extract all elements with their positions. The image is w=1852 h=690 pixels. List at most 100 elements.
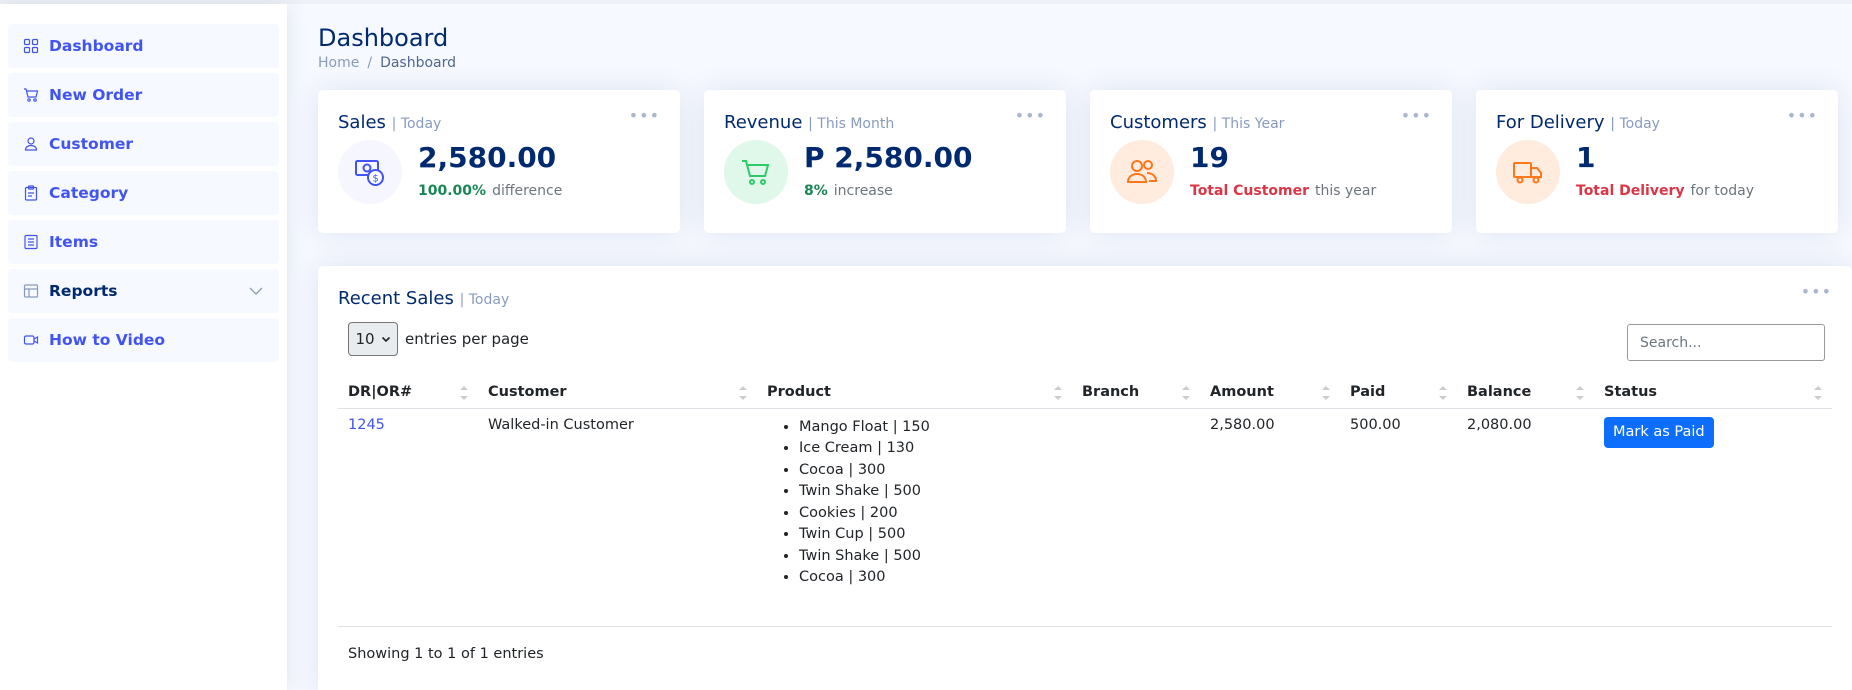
mark-as-paid-button[interactable]: Mark as Paid — [1604, 416, 1714, 448]
search-input[interactable] — [1627, 324, 1825, 361]
column-header-label: Amount — [1210, 383, 1274, 400]
card-title-text: Customers — [1110, 112, 1207, 133]
more-options-icon[interactable]: ••• — [1401, 106, 1432, 125]
card-title: Revenue | This Month — [724, 112, 894, 133]
revenue-value: P 2,580.00 — [804, 141, 973, 174]
cell-dr-or: 1245 — [338, 408, 478, 589]
recent-sales-card: Recent Sales | Today ••• 10 entries per … — [318, 266, 1852, 690]
revenue-card: Revenue | This Month ••• P 2,580.00 8% in… — [704, 90, 1066, 233]
more-options-icon[interactable]: ••• — [629, 106, 660, 125]
sidebar-item-label: Category — [49, 184, 129, 202]
clipboard-icon — [24, 185, 38, 201]
customers-value: 19 — [1190, 141, 1229, 174]
camera-video-icon — [23, 335, 39, 345]
more-options-icon[interactable]: ••• — [1787, 106, 1818, 125]
layout-icon — [23, 284, 39, 298]
revenue-metric: 8% increase — [804, 183, 893, 199]
sales-value: 2,580.00 — [418, 141, 557, 174]
sidebar: Dashboard New Order Customer Category It… — [0, 4, 287, 690]
sales-percent: 100.00% — [418, 183, 487, 199]
breadcrumb-home-link[interactable]: Home — [318, 55, 359, 71]
sidebar-item-label: New Order — [49, 86, 143, 104]
list-icon — [24, 234, 38, 250]
column-header-label: Customer — [488, 383, 567, 400]
product-list-item: Cocoa | 300 — [799, 567, 1062, 589]
sidebar-item-items[interactable]: Items — [8, 220, 279, 264]
sort-icon — [1322, 386, 1330, 400]
sidebar-item-customer[interactable]: Customer — [8, 122, 279, 166]
more-options-icon[interactable]: ••• — [1015, 106, 1046, 125]
table-divider — [338, 626, 1832, 627]
column-header-label: Paid — [1350, 383, 1386, 400]
delivery-metric: Total Delivery for today — [1576, 183, 1754, 199]
cart-icon — [742, 160, 770, 185]
delivery-highlight: Total Delivery — [1576, 183, 1685, 199]
cart-icon-wrapper — [724, 140, 788, 204]
cash-coin-icon: $ — [355, 160, 384, 186]
column-header-label: Status — [1604, 383, 1658, 400]
product-list-item: Cocoa | 300 — [799, 460, 1062, 482]
cell-status: Mark as Paid — [1594, 408, 1832, 589]
card-title-text: For Delivery — [1496, 112, 1605, 133]
truck-icon-wrapper — [1496, 140, 1560, 204]
delivery-value: 1 — [1576, 141, 1596, 174]
sales-card: Sales | Today ••• $ 2,580.00 100.00% diff… — [318, 90, 680, 233]
page-title: Dashboard — [318, 24, 449, 52]
delivery-card: For Delivery | Today ••• 1 Total Deliver… — [1476, 90, 1838, 233]
card-period: | Today — [391, 116, 442, 132]
column-header-dr-or[interactable]: DR|OR# — [338, 376, 478, 409]
sidebar-item-new-order[interactable]: New Order — [8, 73, 279, 117]
column-header-branch[interactable]: Branch — [1072, 376, 1200, 409]
sidebar-item-category[interactable]: Category — [8, 171, 279, 215]
sidebar-item-dashboard[interactable]: Dashboard — [8, 24, 279, 68]
people-icon — [1126, 160, 1158, 183]
sort-icon — [1814, 386, 1822, 400]
revenue-note: increase — [833, 183, 893, 199]
column-header-label: DR|OR# — [348, 383, 413, 400]
card-title: Sales | Today — [338, 112, 441, 133]
table-row: 1245 Walked-in Customer Mango Float | 15… — [338, 408, 1832, 589]
card-period: | Today — [459, 292, 510, 308]
card-period: | Today — [1610, 116, 1660, 132]
product-list-item: Twin Cup | 500 — [799, 524, 1062, 546]
column-header-balance[interactable]: Balance — [1457, 376, 1594, 409]
card-title: For Delivery | Today — [1496, 112, 1660, 133]
order-link[interactable]: 1245 — [348, 417, 385, 433]
column-header-product[interactable]: Product — [757, 376, 1072, 409]
truck-icon — [1513, 162, 1542, 184]
table-header-row: DR|OR# Customer Product Branch Amount Pa… — [338, 376, 1832, 409]
column-header-label: Branch — [1082, 383, 1140, 400]
cash-coin-icon-wrapper: $ — [338, 140, 402, 204]
column-header-customer[interactable]: Customer — [478, 376, 757, 409]
product-list: Mango Float | 150 Ice Cream | 130 Cocoa … — [799, 417, 1062, 589]
chevron-down-icon[interactable] — [248, 283, 264, 299]
card-period: | This Year — [1212, 116, 1285, 132]
sidebar-item-label: Customer — [49, 135, 134, 153]
breadcrumb: Home / Dashboard — [318, 55, 456, 71]
card-title: Customers | This Year — [1110, 112, 1284, 133]
card-title-text: Recent Sales — [338, 288, 454, 309]
entries-label: entries per page — [405, 330, 529, 348]
cell-product: Mango Float | 150 Ice Cream | 130 Cocoa … — [757, 408, 1072, 589]
table-info: Showing 1 to 1 of 1 entries — [348, 646, 544, 662]
column-header-label: Balance — [1467, 383, 1532, 400]
sort-icon — [460, 386, 468, 400]
breadcrumb-current: Dashboard — [380, 55, 457, 71]
sidebar-item-label: Dashboard — [49, 37, 144, 55]
sidebar-item-label: Items — [49, 233, 99, 251]
sidebar-item-reports[interactable]: Reports — [8, 269, 279, 313]
column-header-paid[interactable]: Paid — [1340, 376, 1457, 409]
card-period: | This Month — [808, 116, 895, 132]
product-list-item: Twin Shake | 500 — [799, 481, 1062, 503]
sales-note: difference — [492, 183, 563, 199]
product-list-item: Ice Cream | 130 — [799, 438, 1062, 460]
column-header-amount[interactable]: Amount — [1200, 376, 1340, 409]
entries-select[interactable]: 10 — [348, 322, 398, 356]
svg-text:$: $ — [372, 174, 378, 185]
sidebar-item-how-to-video[interactable]: How to Video — [8, 318, 279, 362]
revenue-percent: 8% — [804, 183, 828, 199]
card-title-text: Revenue — [724, 112, 803, 133]
grid-icon — [23, 38, 39, 54]
column-header-status[interactable]: Status — [1594, 376, 1832, 409]
more-options-icon[interactable]: ••• — [1801, 282, 1832, 301]
